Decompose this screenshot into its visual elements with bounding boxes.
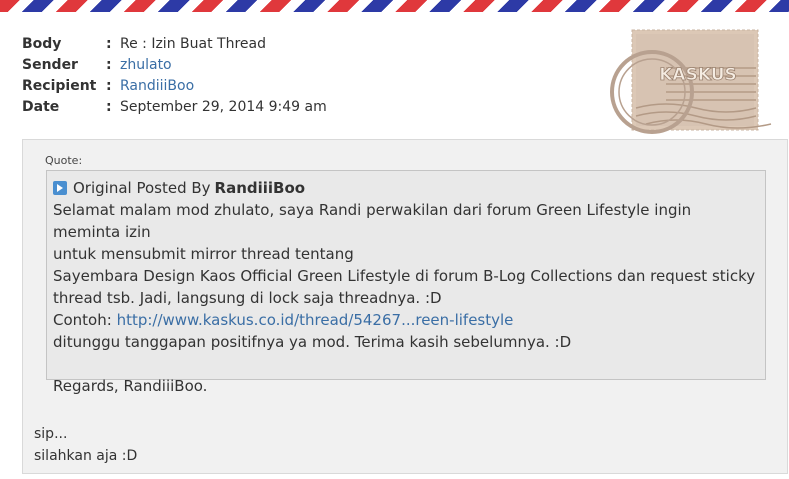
body-value: Re : Izin Buat Thread (120, 36, 266, 52)
body-label: Body (22, 36, 62, 52)
recipient-row: Recipient : RandiiiBoo (22, 76, 327, 97)
stamp-brand-text: KASKUS (659, 65, 737, 85)
sender-row: Sender : zhulato (22, 55, 327, 76)
date-colon: : (106, 99, 112, 115)
reply-line-2: silahkan aja :D (34, 448, 138, 464)
quote-line-2: untuk mensubmit mirror thread tentang (53, 245, 354, 263)
sender-link[interactable]: zhulato (120, 55, 172, 76)
reply-line-1: sip... (34, 426, 68, 442)
reply-text: sip... silahkan aja :D (34, 423, 137, 467)
airmail-stripe-border (0, 0, 789, 12)
date-value: September 29, 2014 9:49 am (120, 99, 327, 115)
quote-line-4: thread tsb. Jadi, langsung di lock saja … (53, 289, 442, 307)
view-post-icon[interactable] (53, 181, 67, 195)
quote-block: Original Posted By RandiiiBoo Selamat ma… (46, 170, 766, 395)
thread-link[interactable]: http://www.kaskus.co.id/thread/54267...r… (117, 311, 514, 329)
quote-spacer (53, 353, 759, 375)
quote-header: Original Posted By RandiiiBoo (53, 177, 759, 199)
quote-prefix: Original Posted By (73, 179, 211, 197)
quote-regards: Regards, RandiiiBoo. (53, 377, 208, 395)
quote-line-3: Sayembara Design Kaos Official Green Lif… (53, 267, 756, 285)
quote-contoh-line: Contoh: http://www.kaskus.co.id/thread/5… (53, 309, 759, 331)
postage-stamp-icon: KASKUS (610, 29, 772, 134)
recipient-colon: : (106, 78, 112, 94)
recipient-link[interactable]: RandiiiBoo (120, 76, 194, 97)
contoh-label: Contoh: (53, 311, 112, 329)
date-label: Date (22, 99, 60, 115)
message-body: Quote: Original Posted By RandiiiBoo Sel… (22, 139, 788, 474)
quote-line-1: Selamat malam mod zhulato, saya Randi pe… (53, 201, 692, 241)
message-meta: Body : Re : Izin Buat Thread Sender : zh… (22, 34, 327, 118)
date-row: Date : September 29, 2014 9:49 am (22, 97, 327, 118)
body-colon: : (106, 36, 112, 52)
quote-author: RandiiiBoo (214, 179, 306, 197)
sender-label: Sender (22, 57, 78, 73)
quote-caption: Quote: (45, 154, 83, 167)
sender-colon: : (106, 57, 112, 73)
quote-line-6: ditunggu tanggapan positifnya ya mod. Te… (53, 333, 572, 351)
body-row: Body : Re : Izin Buat Thread (22, 34, 327, 55)
recipient-label: Recipient (22, 78, 97, 94)
